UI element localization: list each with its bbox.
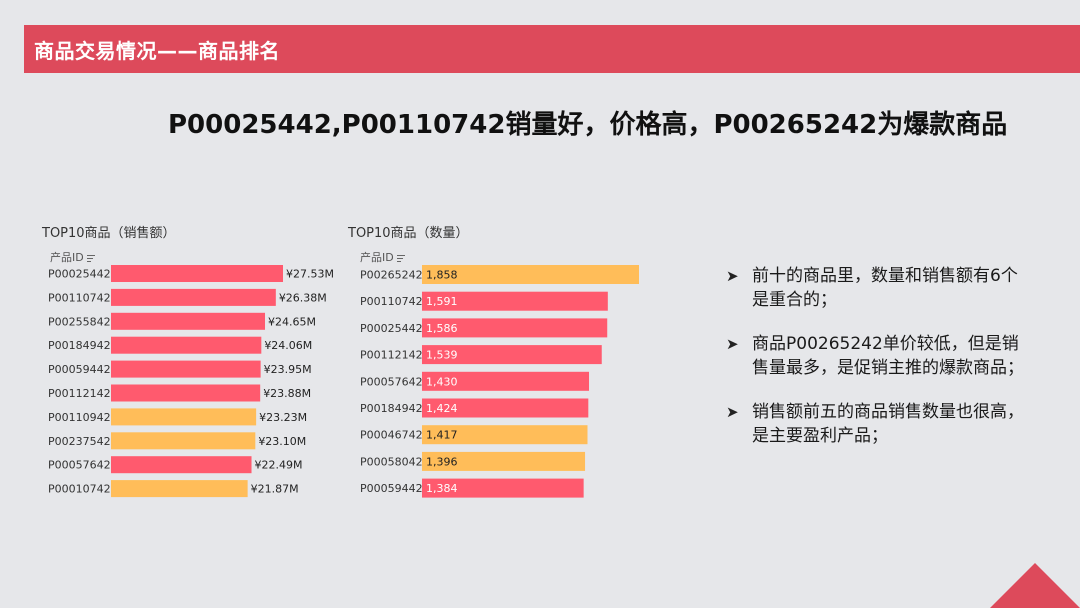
corner-triangle bbox=[990, 563, 1080, 608]
insight-item: ➤ 商品P00265242单价较低，但是销售量最多，是促销主推的爆款商品； bbox=[726, 332, 1026, 380]
category-label: P00058042 bbox=[360, 455, 423, 468]
category-label: P00265242 bbox=[360, 269, 423, 282]
category-label: P00025442 bbox=[360, 322, 423, 335]
data-label: 1,586 bbox=[426, 322, 458, 335]
data-label: 1,424 bbox=[426, 402, 458, 415]
arrow-bullet-icon: ➤ bbox=[726, 403, 739, 421]
category-label: P00046742 bbox=[360, 429, 423, 442]
data-label: 1,591 bbox=[426, 295, 458, 308]
data-label: 1,396 bbox=[426, 455, 458, 468]
category-label: P00057642 bbox=[360, 375, 423, 388]
category-label: P00112142 bbox=[360, 349, 423, 362]
arrow-bullet-icon: ➤ bbox=[726, 267, 739, 285]
insight-item: ➤ 销售额前五的商品销售数量也很高，是主要盈利产品； bbox=[726, 400, 1026, 448]
category-label: P00110742 bbox=[360, 295, 423, 308]
insight-list: ➤ 前十的商品里，数量和销售额有6个是重合的； ➤ 商品P00265242单价较… bbox=[726, 264, 1026, 468]
data-label: 1,430 bbox=[426, 375, 458, 388]
category-label: P00184942 bbox=[360, 402, 423, 415]
data-label: 1,539 bbox=[426, 349, 458, 362]
data-label: 1,384 bbox=[426, 482, 458, 495]
data-label: 1,417 bbox=[426, 429, 458, 442]
insight-text: 商品P00265242单价较低，但是销售量最多，是促销主推的爆款商品； bbox=[752, 334, 1024, 378]
corner-decoration bbox=[990, 563, 1080, 608]
insight-item: ➤ 前十的商品里，数量和销售额有6个是重合的； bbox=[726, 264, 1026, 312]
insight-text: 前十的商品里，数量和销售额有6个是重合的； bbox=[752, 266, 1018, 310]
category-label: P00059442 bbox=[360, 482, 423, 495]
data-label: 1,858 bbox=[426, 269, 458, 282]
arrow-bullet-icon: ➤ bbox=[726, 335, 739, 353]
insight-text: 销售额前五的商品销售数量也很高，是主要盈利产品； bbox=[752, 402, 1024, 446]
